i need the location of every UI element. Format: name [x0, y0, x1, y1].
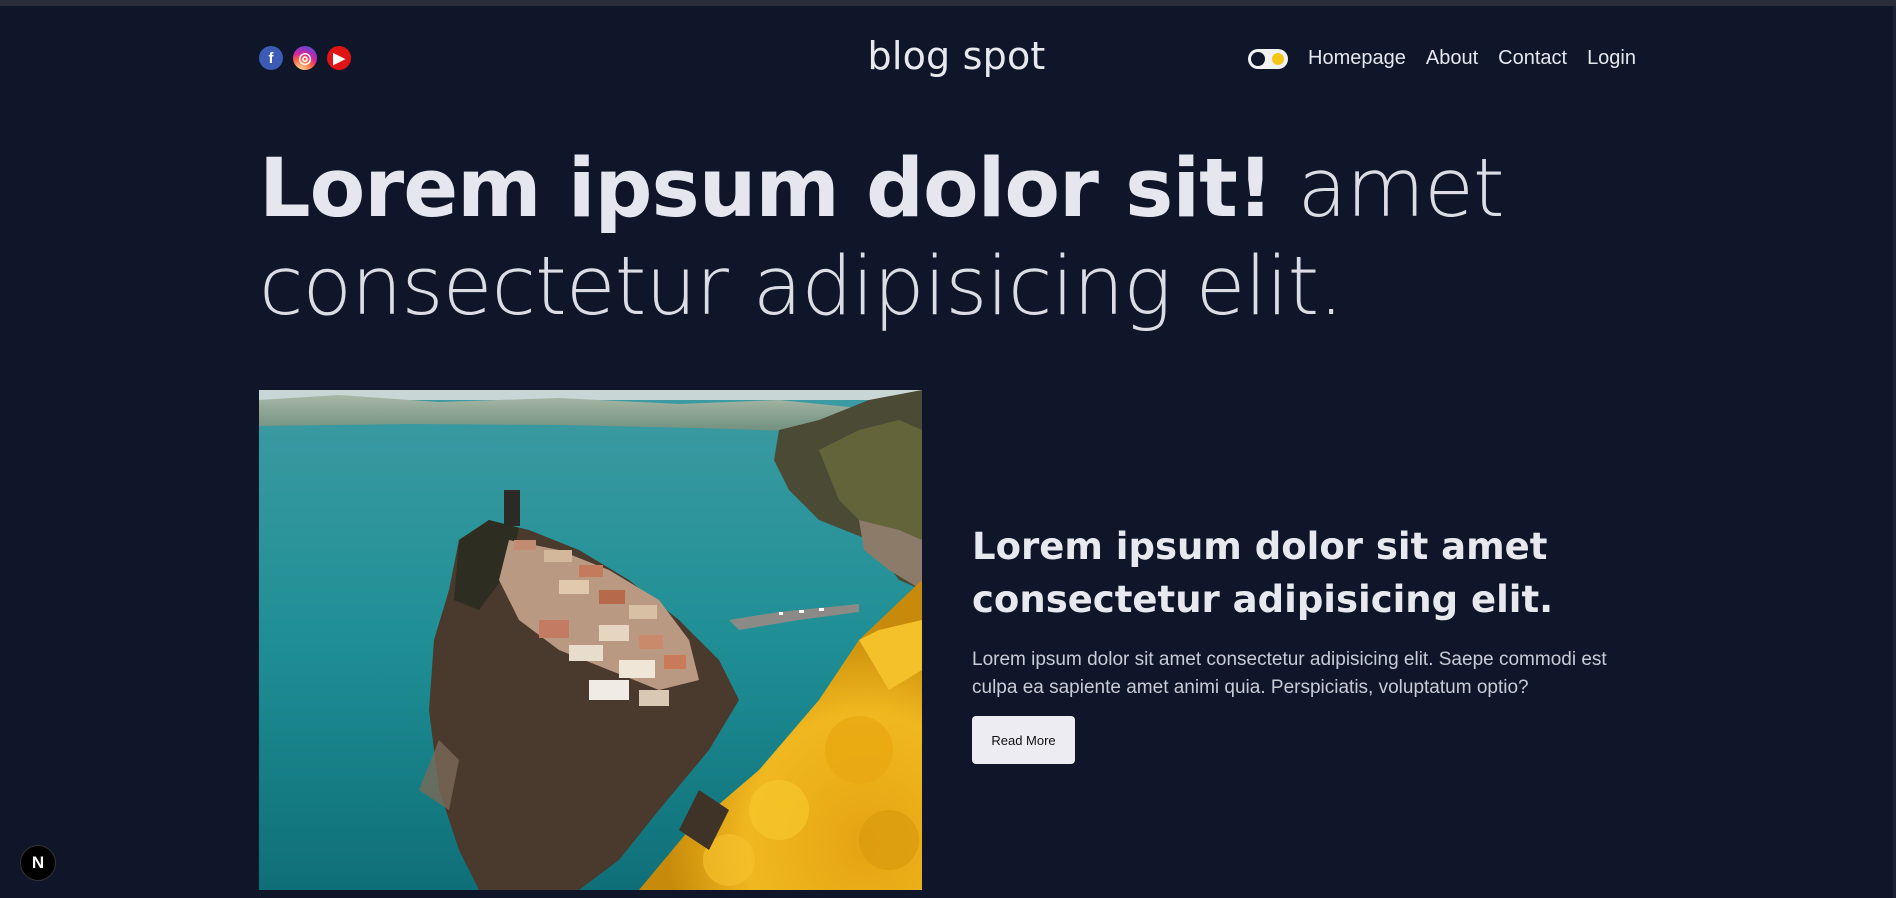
read-more-button[interactable]: Read More	[972, 716, 1075, 764]
site-header: f ◎ ▶ blog spot Homepage About Contact L…	[259, 30, 1636, 90]
featured-post-image[interactable]	[259, 390, 922, 890]
sun-icon	[1272, 52, 1285, 65]
nav-link-about[interactable]: About	[1426, 47, 1478, 70]
dev-tools-indicator[interactable]: N	[20, 845, 56, 881]
moon-icon	[1251, 51, 1266, 66]
youtube-icon[interactable]: ▶	[327, 46, 351, 70]
theme-toggle[interactable]	[1248, 48, 1289, 69]
main-nav: Homepage About Contact Login	[1248, 47, 1636, 70]
facebook-icon[interactable]: f	[259, 46, 283, 70]
nav-link-contact[interactable]: Contact	[1498, 47, 1567, 70]
nav-link-login[interactable]: Login	[1587, 47, 1636, 70]
nav-link-homepage[interactable]: Homepage	[1308, 47, 1406, 70]
featured-post: Lorem ipsum dolor sit amet consectetur a…	[972, 520, 1632, 764]
post-description: Lorem ipsum dolor sit amet consectetur a…	[972, 649, 1607, 698]
hero-heading: Lorem ipsum dolor sit! amet consectetur …	[259, 140, 1659, 336]
browser-top-strip	[0, 0, 1896, 6]
hero-heading-bold: Lorem ipsum dolor sit!	[259, 142, 1274, 236]
instagram-icon[interactable]: ◎	[293, 46, 317, 70]
site-logo[interactable]: blog spot	[859, 34, 1054, 78]
social-links: f ◎ ▶	[259, 46, 351, 70]
coastal-village-image	[259, 390, 922, 890]
post-title[interactable]: Lorem ipsum dolor sit amet consectetur a…	[972, 520, 1632, 626]
